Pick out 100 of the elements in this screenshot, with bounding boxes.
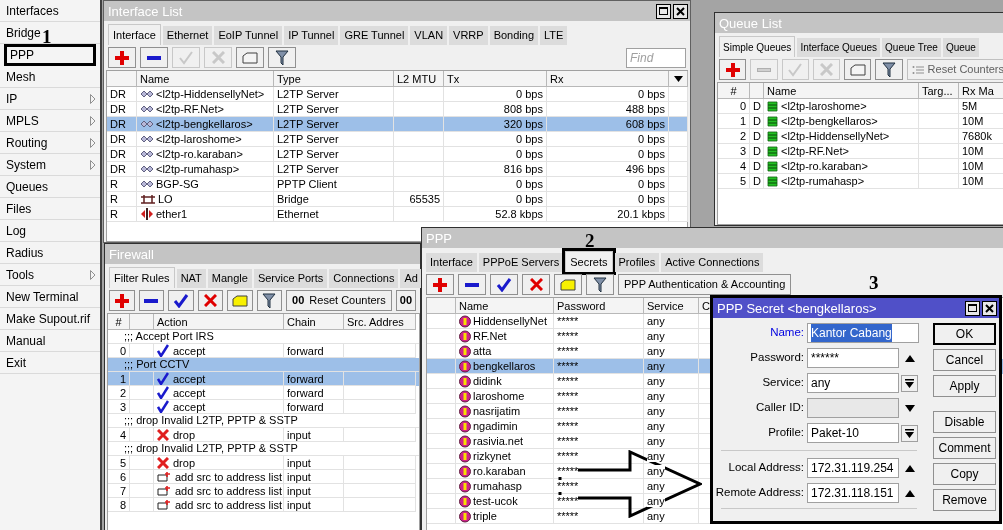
table-cell: D: [750, 99, 764, 114]
table-cell: D: [750, 159, 764, 174]
table-cell: 10M: [959, 159, 1003, 174]
window-title: Firewall: [109, 247, 154, 261]
table-cell: LO: [137, 192, 274, 207]
annotation-number: 3: [869, 273, 879, 292]
field-label: Name:: [769, 325, 805, 341]
table-cell: PPTP Client: [274, 177, 394, 192]
table-cell: <l2tp-HiddensellyNet>: [137, 87, 274, 102]
password-text: *****: [557, 480, 579, 492]
table-cell: DR: [107, 87, 137, 102]
table-cell: <l2tp-rumahasp>: [764, 174, 919, 189]
table-cell: add src to address list: [154, 484, 284, 498]
table-cell: rizkynet: [456, 449, 554, 464]
password-text: *****: [557, 465, 579, 477]
window-title: Interface List: [108, 4, 183, 18]
window-title: PPP Secret <bengkellaros>: [717, 301, 877, 315]
table-cell: <l2tp-rumahasp>: [137, 162, 274, 177]
table-cell: L2TP Server: [274, 147, 394, 162]
table-cell: 4: [108, 428, 130, 442]
table-cell: L2TP Server: [274, 87, 394, 102]
table-cell: 7680k: [959, 129, 1003, 144]
field-label: Password:: [749, 350, 805, 366]
table-cell: D: [750, 144, 764, 159]
table-cell: R: [107, 177, 137, 192]
table-cell: 10M: [959, 174, 1003, 189]
table-cell: DR: [107, 147, 137, 162]
table-cell: accept: [154, 400, 284, 414]
table-cell: R: [107, 207, 137, 222]
field-label: Remote Address:: [714, 485, 805, 501]
table-cell: DR: [107, 117, 137, 132]
table-cell: input: [284, 498, 344, 512]
table-cell: <l2tp-laroshome>: [137, 132, 274, 147]
table-cell: accept: [154, 372, 284, 386]
table-cell: 5: [718, 174, 750, 189]
table-cell: 0 bps: [547, 87, 669, 102]
table-cell: 0: [718, 99, 750, 114]
table-cell: 2: [108, 386, 130, 400]
table-cell: <l2tp-bengkellaros>: [764, 114, 919, 129]
table-cell: 0 bps: [547, 192, 669, 207]
table-cell: L2TP Server: [274, 132, 394, 147]
table-cell: bengkellaros: [456, 359, 554, 374]
field-label: Service:: [761, 375, 805, 391]
table-cell: <l2tp-bengkellaros>: [137, 117, 274, 132]
table-cell: Ethernet: [274, 207, 394, 222]
table-cell: Bridge: [274, 192, 394, 207]
table-cell: 7: [108, 484, 130, 498]
table-cell: D: [750, 174, 764, 189]
table-cell: didink: [456, 374, 554, 389]
table-cell: drop: [154, 456, 284, 470]
table-cell: 0 bps: [444, 177, 547, 192]
table-cell: HiddensellyNet: [456, 314, 554, 329]
table-cell: <l2tp-ro.karaban>: [137, 147, 274, 162]
table-cell: 0 bps: [444, 87, 547, 102]
table-cell: DR: [107, 162, 137, 177]
table-cell: R: [107, 192, 137, 207]
table-cell: input: [284, 470, 344, 484]
table-cell: 0 bps: [444, 132, 547, 147]
table-cell: <l2tp-ro.karaban>: [764, 159, 919, 174]
table-cell: 10M: [959, 144, 1003, 159]
table-cell: BGP-SG: [137, 177, 274, 192]
table-cell: 0 bps: [547, 147, 669, 162]
table-cell: forward: [284, 372, 344, 386]
table-cell: 320 bps: [444, 117, 547, 132]
field-label: Local Address:: [727, 460, 805, 476]
table-cell: <l2tp-RF.Net>: [764, 144, 919, 159]
table-cell: rasivia.net: [456, 434, 554, 449]
service-text: any: [647, 495, 665, 507]
table-cell: 0 bps: [547, 177, 669, 192]
table-cell: accept: [154, 386, 284, 400]
field-label: Profile:: [767, 425, 805, 441]
table-cell: add src to address list: [154, 498, 284, 512]
table-cell: input: [284, 428, 344, 442]
field-label: Caller ID:: [755, 400, 805, 416]
table-cell: 2: [718, 129, 750, 144]
table-cell: 0 bps: [547, 132, 669, 147]
table-cell: forward: [284, 400, 344, 414]
table-cell: forward: [284, 386, 344, 400]
table-cell: nasrijatim: [456, 404, 554, 419]
table-cell: ether1: [137, 207, 274, 222]
table-cell: 3: [108, 400, 130, 414]
annotation-number: 2: [585, 231, 595, 250]
table-cell: laroshome: [456, 389, 554, 404]
table-cell: D: [750, 114, 764, 129]
service-text: any: [647, 360, 665, 372]
table-cell: <l2tp-HiddensellyNet>: [764, 129, 919, 144]
table-cell: triple: [456, 509, 554, 524]
table-cell: RF.Net: [456, 329, 554, 344]
table-cell: 816 bps: [444, 162, 547, 177]
table-cell: L2TP Server: [274, 117, 394, 132]
table-cell: 496 bps: [547, 162, 669, 177]
window-title: Queue List: [719, 16, 782, 30]
table-cell: 52.8 kbps: [444, 207, 547, 222]
table-cell: 65535: [394, 192, 444, 207]
table-cell: 0 bps: [444, 147, 547, 162]
table-cell: D: [750, 129, 764, 144]
password-text: *****: [557, 360, 579, 372]
table-cell: 0 bps: [444, 192, 547, 207]
table-cell: test-ucok: [456, 494, 554, 509]
table-cell: 3: [718, 144, 750, 159]
